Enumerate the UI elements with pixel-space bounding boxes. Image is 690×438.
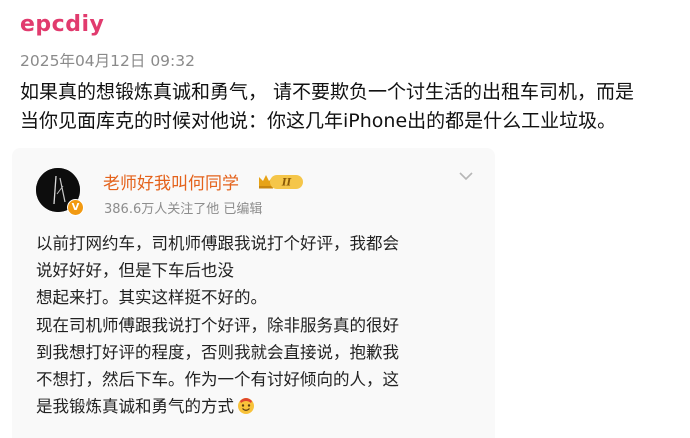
quote-line: 说好好好，但是下车后也没 bbox=[36, 261, 234, 281]
post-username[interactable]: epcdiy bbox=[20, 12, 104, 37]
quote-line: 不想打，然后下车。作为一个有讨好倾向的人，这 bbox=[36, 369, 399, 389]
avatar[interactable]: V bbox=[36, 168, 84, 216]
post-text-line: 如果真的想锻炼真诚和勇气， 请不要欺负一个讨生活的出租车司机，而是 bbox=[20, 81, 635, 103]
post-timestamp: 2025年04月12日 09:32 bbox=[20, 52, 195, 70]
quoted-meta: 386.6万人关注了他 已编辑 bbox=[104, 198, 262, 217]
quote-line: 是我锻炼真诚和勇气的方式 bbox=[36, 397, 234, 417]
level-badge-text: II bbox=[281, 178, 292, 189]
quoted-post-card[interactable]: V 老师好我叫何同学 II 386.6万人关注了他 已编辑 以前打网约车，司机师… bbox=[12, 148, 495, 438]
quote-line: 想起来打。其实这样挺不好的。 bbox=[36, 288, 267, 308]
crown-level-badge-icon: II bbox=[259, 175, 303, 189]
post-text-line: 当你见面库克的时候对他说：你这几年iPhone出的都是什么工业垃圾。 bbox=[20, 110, 617, 132]
follower-count: 386.6万人关注了他 bbox=[104, 202, 220, 217]
edited-label: 已编辑 bbox=[223, 202, 263, 217]
quote-line: 以前打网约车，司机师傅跟我说打个好评，我都会 bbox=[36, 234, 399, 253]
quoted-author-name[interactable]: 老师好我叫何同学 bbox=[103, 169, 239, 194]
vip-badge-icon: V bbox=[67, 199, 84, 216]
quote-line: 现在司机师傅跟我说打个好评，除非服务真的很好 bbox=[36, 315, 399, 335]
quote-line: 到我想打好评的程度，否则我就会直接说，抱歉我 bbox=[36, 342, 399, 362]
grinning-emoji-icon bbox=[238, 398, 254, 415]
quoted-post-text: 以前打网约车，司机师傅跟我说打个好评，我都会 说好好好，但是下车后也没 想起来打… bbox=[36, 230, 491, 420]
quote-line-last: 是我锻炼真诚和勇气的方式 bbox=[36, 393, 491, 420]
post-text: 如果真的想锻炼真诚和勇气， 请不要欺负一个讨生活的出租车司机，而是 当你见面库克… bbox=[20, 78, 690, 136]
chevron-down-icon[interactable] bbox=[458, 170, 474, 182]
